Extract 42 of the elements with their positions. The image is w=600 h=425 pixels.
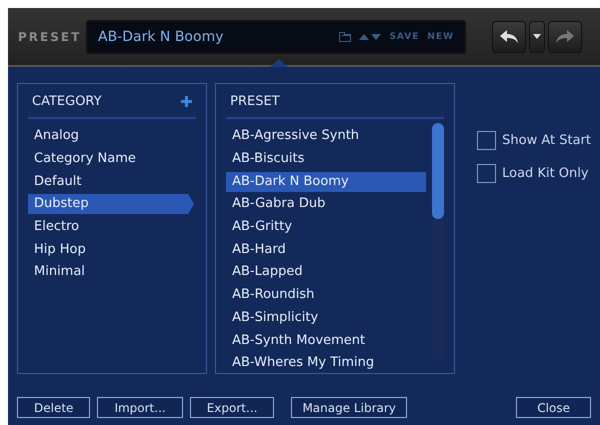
category-item[interactable]: Dubstep (28, 194, 188, 214)
redo-button[interactable] (548, 20, 582, 52)
library-button[interactable]: Manage Library (291, 397, 407, 418)
preset-item[interactable]: AB-Roundish (226, 285, 426, 306)
dropdown-button[interactable] (529, 20, 545, 52)
preset-heading: PRESET (230, 94, 280, 109)
preset-item[interactable]: AB-Gritty (226, 217, 426, 238)
caret-icon (533, 34, 541, 39)
close-button[interactable]: Close (516, 397, 591, 418)
preset-name-field[interactable]: AB-Dark N Boomy SAVE NEW (86, 20, 466, 54)
undo-button[interactable] (492, 20, 526, 52)
preset-item[interactable]: AB-Agressive Synth (226, 126, 426, 146)
add-icon[interactable] (181, 96, 192, 107)
selection-arrow-icon (188, 194, 194, 214)
scrollbar-track[interactable] (432, 123, 444, 363)
preset-item[interactable]: AB-Lapped (226, 262, 426, 282)
redo-arrow-icon (556, 30, 574, 44)
category-item[interactable]: Default (28, 172, 188, 192)
undo-arrow-icon (500, 30, 518, 44)
checkbox[interactable] (477, 131, 496, 150)
preset-item[interactable]: AB-Wheres My Timing (226, 353, 426, 374)
checkbox-label: Load Kit Only (502, 166, 589, 181)
checkbox[interactable] (477, 164, 496, 183)
preset-item[interactable]: AB-Synth Movement (226, 330, 426, 351)
library-button[interactable]: Delete (17, 397, 90, 418)
category-item[interactable]: Electro (28, 217, 188, 238)
preset-item[interactable]: AB-Simplicity (226, 308, 426, 328)
scrollbar-thumb[interactable] (432, 123, 444, 219)
category-item[interactable]: Minimal (28, 262, 188, 282)
category-item[interactable]: Hip Hop (28, 240, 188, 260)
preset-item[interactable]: AB-Hard (226, 240, 426, 260)
up-down-arrows-icon[interactable] (359, 33, 382, 40)
checkbox-label: Show At Start (502, 133, 591, 148)
preset-item[interactable]: AB-Gabra Dub (226, 194, 426, 214)
preset-item[interactable]: AB-Dark N Boomy (226, 172, 426, 192)
library-button[interactable]: Export... (190, 397, 274, 418)
folder-icon[interactable] (339, 32, 352, 42)
category-heading: CATEGORY (32, 94, 102, 109)
category-item[interactable]: Category Name (28, 149, 188, 170)
library-button[interactable]: Import... (97, 397, 183, 418)
preset-item[interactable]: AB-Biscuits (226, 149, 426, 170)
category-item[interactable]: Analog (28, 126, 188, 146)
